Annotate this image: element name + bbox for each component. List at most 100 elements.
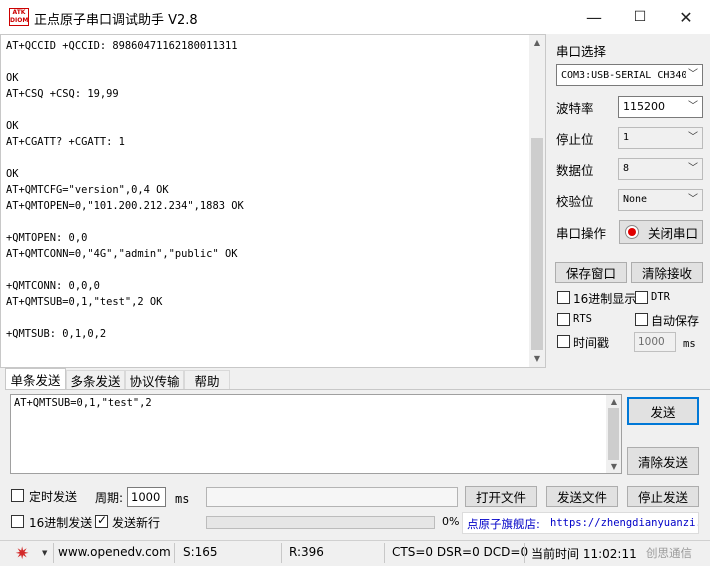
baud-select[interactable]: 115200 ﹀	[618, 96, 703, 118]
website-link[interactable]: www.openedv.com	[58, 545, 171, 559]
timestamp-label: 时间戳	[573, 336, 610, 350]
rts-checkbox[interactable]	[557, 313, 570, 326]
close-button[interactable]: ✕	[663, 0, 709, 34]
status-separator	[53, 543, 54, 563]
chevron-down-icon: ﹀	[688, 101, 698, 112]
send-file-button[interactable]: 发送文件	[546, 486, 618, 507]
receive-line: OK	[6, 120, 19, 132]
minimize-button[interactable]: —	[571, 0, 617, 34]
status-separator	[281, 543, 282, 563]
stop-bits-label: 停止位	[556, 132, 594, 147]
parity-label: 校验位	[556, 194, 594, 209]
period-input[interactable]: 1000	[127, 487, 166, 507]
status-separator	[384, 543, 385, 563]
scroll-up-icon[interactable]: ▲	[529, 38, 545, 47]
timed-send-checkbox[interactable]	[11, 489, 24, 502]
period-unit: ms	[175, 492, 190, 506]
open-file-button[interactable]: 打开文件	[465, 486, 537, 507]
receive-textarea[interactable]: AT+QCCID +QCCID: 89860471162180011311 OK…	[0, 34, 546, 368]
receive-line: +QMTSUB: 0,1,0,2	[6, 328, 107, 340]
flagship-link[interactable]: 点原子旗舰店: https://zhengdianyuanzi.	[462, 512, 699, 534]
tab-divider	[5, 389, 710, 390]
receive-line: AT+CSQ +CSQ: 19,99	[6, 88, 119, 100]
app-logo-icon: ATK DIOM	[9, 8, 29, 26]
scroll-down-icon[interactable]: ▼	[529, 354, 545, 363]
signal-status: CTS=0 DSR=0 DCD=0	[392, 545, 529, 559]
auto-save-label: 自动保存	[651, 314, 700, 328]
timestamp-unit: ms	[683, 338, 696, 350]
receive-line	[6, 262, 244, 278]
receive-line: AT+QMTOPEN=0,"101.200.212.234",1883 OK	[6, 200, 244, 212]
watermark: 创思通信	[646, 546, 692, 560]
send-progress-bar	[206, 516, 435, 529]
dtr-checkbox[interactable]	[635, 291, 648, 304]
send-button[interactable]: 发送	[627, 397, 699, 425]
rts-label: RTS	[573, 313, 592, 325]
receive-line: +QMTOPEN: 0,0	[6, 232, 88, 244]
flagship-url: https://zhengdianyuanzi.	[550, 517, 699, 529]
port-select-label: 串口选择	[556, 44, 607, 59]
progress-percent: 0%	[442, 515, 460, 528]
scroll-up-icon[interactable]: ▲	[606, 397, 622, 406]
receive-scroll-thumb[interactable]	[531, 138, 543, 350]
close-port-button[interactable]: 关闭串口	[619, 220, 703, 244]
chevron-down-icon: ﹀	[688, 132, 698, 143]
hex-send-label: 16进制发送	[29, 516, 93, 530]
hex-display-checkbox[interactable]	[557, 291, 570, 304]
stop-bits-select[interactable]: 1 ﹀	[618, 127, 703, 149]
receive-line	[6, 150, 244, 166]
serial-op-label: 串口操作	[556, 226, 607, 241]
flagship-label: 点原子旗舰店:	[467, 517, 540, 531]
timestamp-input[interactable]: 1000	[634, 332, 676, 352]
tab-protocol[interactable]: 协议传输	[125, 370, 184, 390]
status-separator	[524, 543, 525, 563]
sent-count: S:165	[183, 545, 218, 559]
send-text: AT+QMTSUB=0,1,"test",2	[14, 397, 152, 409]
clear-send-button[interactable]: 清除发送	[627, 447, 699, 475]
chevron-down-icon: ﹀	[688, 194, 698, 205]
timed-send-label: 定时发送	[29, 490, 78, 504]
receive-line	[6, 102, 244, 118]
receive-line	[6, 54, 244, 70]
hex-display-label: 16进制显示	[573, 292, 637, 306]
scroll-down-icon[interactable]: ▼	[606, 462, 622, 471]
receive-line: +QMTCONN: 0,0,0	[6, 280, 100, 292]
tab-help[interactable]: 帮助	[184, 370, 230, 390]
parity-select[interactable]: None ﹀	[618, 189, 703, 211]
send-scroll-thumb[interactable]	[608, 408, 619, 460]
receive-line: AT+QMTCONN=0,"4G","admin","public" OK	[6, 248, 238, 260]
auto-save-checkbox[interactable]	[635, 313, 648, 326]
status-separator	[174, 543, 175, 563]
receive-line: OK	[6, 72, 19, 84]
send-textarea[interactable]: AT+QMTSUB=0,1,"test",2	[10, 394, 622, 474]
record-indicator-icon	[625, 225, 639, 239]
maximize-button[interactable]: ☐	[617, 0, 663, 34]
file-path-input[interactable]	[206, 487, 458, 507]
gear-icon[interactable]: ✷	[15, 545, 33, 563]
data-bits-label: 数据位	[556, 163, 594, 178]
baud-label: 波特率	[556, 101, 594, 116]
tab-multi-send[interactable]: 多条发送	[66, 370, 125, 390]
dtr-label: DTR	[651, 291, 670, 303]
send-newline-checkbox[interactable]	[95, 513, 108, 528]
receive-line: OK	[6, 168, 19, 180]
timestamp-checkbox[interactable]	[557, 335, 570, 348]
receive-line: AT+QCCID +QCCID: 89860471162180011311	[6, 40, 238, 52]
current-time: 当前时间 11:02:11	[531, 547, 637, 561]
period-label: 周期:	[95, 491, 124, 505]
chevron-down-icon[interactable]: ▼	[42, 549, 47, 557]
chevron-down-icon: ﹀	[686, 65, 698, 85]
clear-receive-button[interactable]: 清除接收	[631, 262, 703, 283]
tab-single-send[interactable]: 单条发送	[5, 368, 66, 390]
hex-send-checkbox[interactable]	[11, 515, 24, 528]
receive-line	[6, 214, 244, 230]
stop-send-button[interactable]: 停止发送	[627, 486, 699, 507]
received-count: R:396	[289, 545, 324, 559]
receive-line: AT+QMTSUB=0,1,"test",2 OK	[6, 296, 163, 308]
data-bits-select[interactable]: 8 ﹀	[618, 158, 703, 180]
save-window-button[interactable]: 保存窗口	[555, 262, 627, 283]
port-select[interactable]: COM3:USB-SERIAL CH340 ﹀	[556, 64, 703, 86]
chevron-down-icon: ﹀	[688, 163, 698, 174]
receive-line: AT+CGATT? +CGATT: 1	[6, 136, 125, 148]
receive-line	[6, 310, 244, 326]
